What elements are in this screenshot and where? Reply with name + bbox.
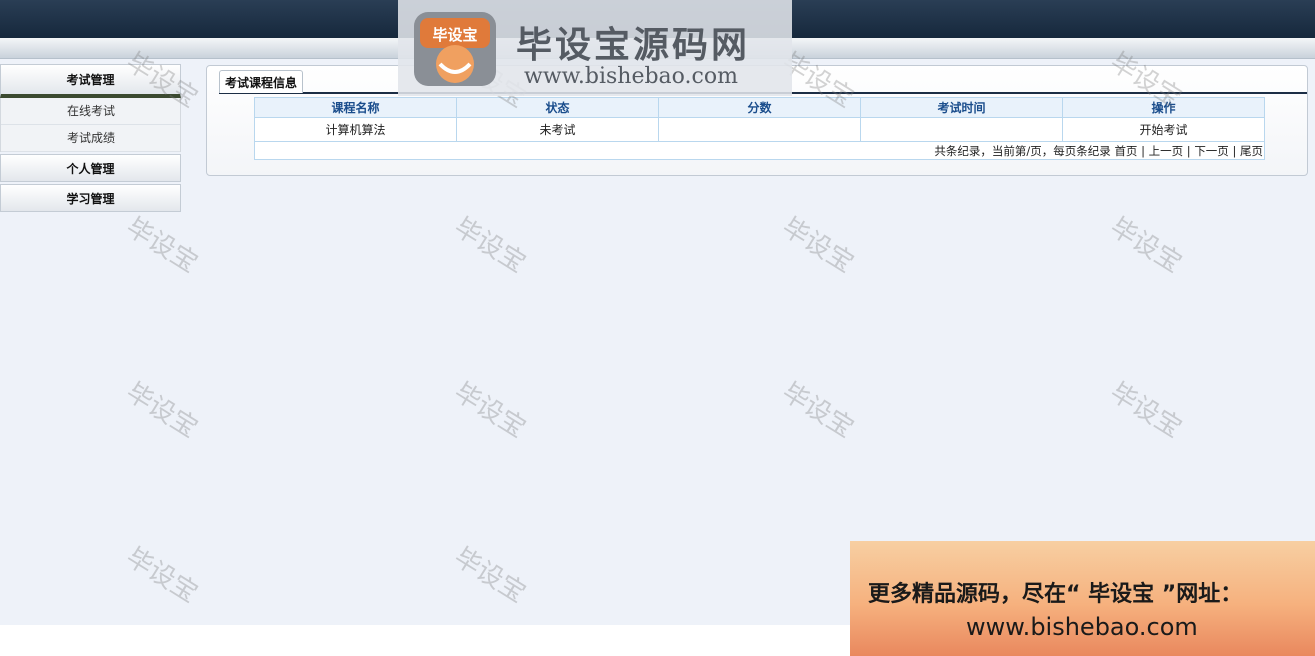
pager-prev-link[interactable]: 上一页 (1149, 144, 1184, 158)
pager-summary: 共条纪录，当前第/页，每页条纪录 (934, 143, 1111, 158)
pager-next-link[interactable]: 下一页 (1194, 144, 1229, 158)
sidebar-exam-items: 在线考试 考试成绩 (0, 98, 181, 152)
pager-last-link[interactable]: 尾页 (1240, 144, 1263, 158)
cell-score (658, 117, 861, 142)
logo-icon: 毕设宝 (414, 12, 496, 86)
sidebar: 考试管理 在线考试 考试成绩 个人管理 学习管理 (0, 64, 181, 212)
exam-course-table: 课程名称 状态 分数 考试时间 操作 计算机算法 未考试 开始考试 共条纪录，当… (254, 97, 1265, 160)
sidebar-item-online-exam[interactable]: 在线考试 (1, 98, 180, 125)
table-row: 计算机算法 未考试 开始考试 (254, 117, 1265, 142)
column-header-score: 分数 (658, 97, 861, 118)
pager-separator: | (1141, 143, 1145, 158)
column-header-course-name: 课程名称 (254, 97, 457, 118)
tab-exam-course-info[interactable]: 考试课程信息 (219, 70, 303, 93)
cell-course-name: 计算机算法 (254, 117, 457, 142)
pager: 共条纪录，当前第/页，每页条纪录 首页 | 上一页 | 下一页 | 尾页 (254, 141, 1265, 160)
start-exam-link[interactable]: 开始考试 (1062, 117, 1265, 142)
pager-row: 共条纪录，当前第/页，每页条纪录 首页 | 上一页 | 下一页 | 尾页 (254, 141, 1265, 160)
pager-first-link[interactable]: 首页 (1114, 144, 1137, 158)
logo-title: 毕设宝源码网 (516, 25, 751, 66)
column-header-exam-time: 考试时间 (860, 97, 1063, 118)
sidebar-item-exam-scores[interactable]: 考试成绩 (1, 125, 180, 152)
cell-status: 未考试 (456, 117, 659, 142)
column-header-action: 操作 (1062, 97, 1265, 118)
promo-banner: 更多精品源码，尽在“ 毕设宝 ”网址： www.bishebao.com (850, 541, 1315, 656)
logo-badge-text: 毕设宝 (432, 26, 477, 44)
cell-exam-time (860, 117, 1063, 142)
promo-tagline: 更多精品源码，尽在“ 毕设宝 ”网址： (868, 582, 1243, 607)
site-logo-banner: 毕设宝 毕设宝源码网 www.bishebao.com (398, 0, 792, 96)
sidebar-section-study-management[interactable]: 学习管理 (0, 184, 181, 212)
sidebar-section-personal-management[interactable]: 个人管理 (0, 154, 181, 182)
pager-separator: | (1232, 143, 1237, 158)
pager-separator: | (1186, 143, 1191, 158)
table-header-row: 课程名称 状态 分数 考试时间 操作 (254, 97, 1265, 118)
logo-url: www.bishebao.com (524, 64, 738, 89)
sidebar-section-exam-management[interactable]: 考试管理 (0, 64, 181, 98)
column-header-status: 状态 (456, 97, 659, 118)
promo-url: www.bishebao.com (966, 613, 1198, 641)
